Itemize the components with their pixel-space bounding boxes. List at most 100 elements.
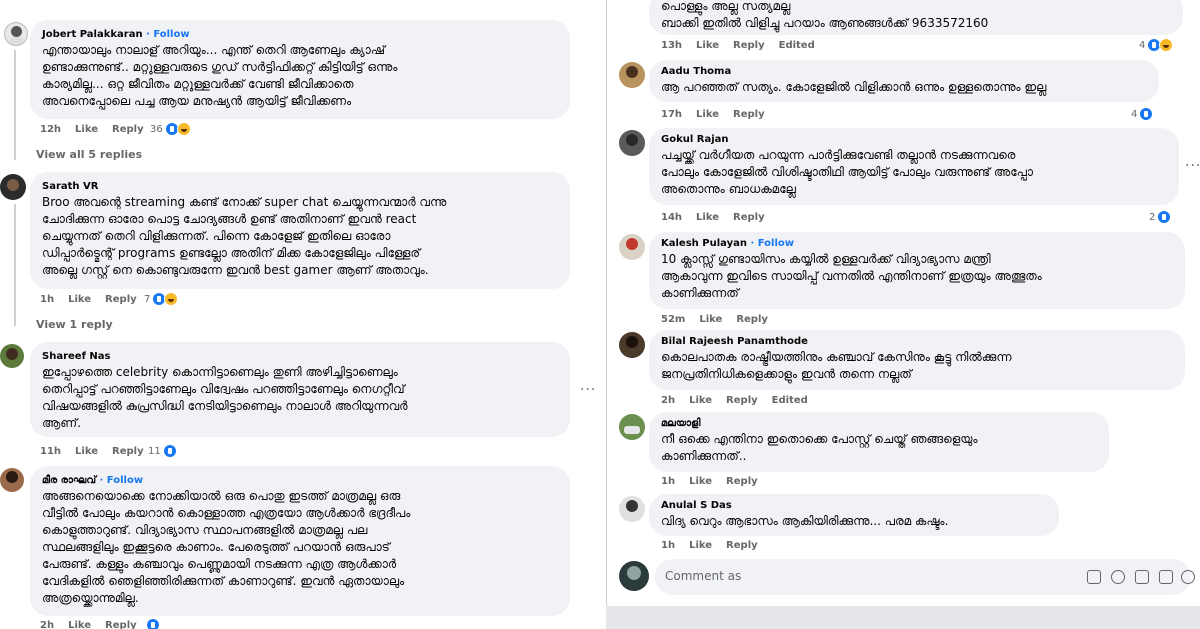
- emoji-icon[interactable]: [1111, 570, 1125, 584]
- reply-button[interactable]: Reply: [733, 212, 765, 223]
- comment-input[interactable]: Comment as: [655, 559, 1195, 595]
- comment-time[interactable]: 11h: [40, 446, 61, 457]
- avatar[interactable]: [4, 22, 28, 46]
- commenter-name[interactable]: Sarath VR: [42, 181, 98, 192]
- comment-time[interactable]: 14h: [661, 212, 682, 223]
- reaction-summary[interactable]: 7: [144, 292, 179, 306]
- comment-time[interactable]: 2h: [40, 620, 54, 629]
- avatar[interactable]: [619, 234, 645, 260]
- like-button[interactable]: Like: [689, 476, 712, 487]
- camera-icon[interactable]: [1135, 570, 1149, 584]
- sticker-icon[interactable]: [1087, 570, 1101, 584]
- comment-time[interactable]: 2h: [661, 395, 675, 406]
- like-button[interactable]: Like: [68, 620, 91, 629]
- comments-card: പൊള്ളും അല്ല സത്യമല്ല ബാക്കി ഇതിൽ വിളിച്…: [606, 0, 1200, 606]
- view-replies-link[interactable]: View 1 reply: [36, 318, 113, 331]
- like-button[interactable]: Like: [689, 395, 712, 406]
- reply-button[interactable]: Reply: [112, 446, 144, 457]
- commenter-name[interactable]: Aadu Thoma: [661, 66, 731, 77]
- reply-button[interactable]: Reply: [726, 476, 758, 487]
- gif-icon[interactable]: [1159, 570, 1173, 584]
- reply-button[interactable]: Reply: [112, 124, 144, 135]
- comment-bubble: മീര രാഘവ് · Follow അങ്ങനെയൊക്കെ നോക്കിയാ…: [30, 466, 570, 616]
- reaction-summary[interactable]: 2: [1149, 210, 1172, 224]
- avatar[interactable]: [0, 174, 26, 200]
- comment-bubble: Sarath VR Broo അവന്റെ streaming കണ്ട് നോ…: [30, 172, 570, 289]
- reaction-summary[interactable]: 11: [148, 444, 177, 458]
- comment-time[interactable]: 13h: [661, 40, 682, 51]
- comment-text: വിദ്യ വെറും ആഭാസം ആകിയിരിക്കുന്നു... പരമ…: [661, 514, 949, 528]
- commenter-name[interactable]: Jobert Palakkaran: [42, 29, 143, 40]
- comment-time[interactable]: 1h: [661, 476, 675, 487]
- reply-button[interactable]: Reply: [105, 294, 137, 305]
- comment-time[interactable]: 1h: [661, 540, 675, 551]
- like-button[interactable]: Like: [75, 124, 98, 135]
- avatar[interactable]: [619, 130, 645, 156]
- reply-button[interactable]: Reply: [736, 314, 768, 325]
- comment-text: എന്തായാലും നാലാള് അറിയും... എന്ത് തെറി ആ…: [42, 43, 398, 108]
- comment-actions: 12h Like Reply: [40, 124, 158, 135]
- commenter-name[interactable]: Shareef Nas: [42, 351, 110, 362]
- right-comments-panel: പൊള്ളും അല്ല സത്യമല്ല ബാക്കി ഇതിൽ വിളിച്…: [606, 0, 1200, 629]
- comment-text: ആ പറഞ്ഞത് സത്യം. കോളേജിൽ വിളിക്കാൻ ഒന്നു…: [661, 80, 1047, 94]
- avatar[interactable]: [0, 468, 24, 492]
- like-button[interactable]: Like: [696, 40, 719, 51]
- like-button[interactable]: Like: [696, 109, 719, 120]
- reaction-summary[interactable]: 4: [1131, 107, 1154, 121]
- like-button[interactable]: Like: [699, 314, 722, 325]
- avatar[interactable]: [619, 561, 649, 591]
- comment-bubble: Jobert Palakkaran · Follow എന്തായാലും നാ…: [30, 20, 570, 119]
- follow-link[interactable]: · Follow: [100, 475, 144, 486]
- comment-time[interactable]: 12h: [40, 124, 61, 135]
- reaction-summary[interactable]: [146, 618, 160, 629]
- comment-bubble: Anulal S Das വിദ്യ വെറും ആഭാസം ആകിയിരിക്…: [649, 494, 1059, 536]
- comment-bubble: Shareef Nas ഇപ്പോഴത്തെ celebrity കൊന്നിട…: [30, 342, 570, 437]
- like-button[interactable]: Like: [68, 294, 91, 305]
- comment-time[interactable]: 52m: [661, 314, 685, 325]
- edited-label: Edited: [778, 40, 815, 51]
- follow-link[interactable]: · Follow: [750, 238, 794, 249]
- like-button[interactable]: Like: [696, 212, 719, 223]
- avatar[interactable]: [619, 414, 645, 440]
- avatar[interactable]: [619, 332, 645, 358]
- avatar[interactable]: [619, 62, 645, 88]
- reaction-summary[interactable]: 36: [150, 122, 191, 136]
- reply-button[interactable]: Reply: [726, 540, 758, 551]
- reply-button[interactable]: Reply: [733, 109, 765, 120]
- commenter-name[interactable]: Gokul Rajan: [661, 134, 729, 145]
- comment-text: പൊള്ളും അല്ല സത്യമല്ല ബാക്കി ഇതിൽ വിളിച്…: [661, 0, 989, 30]
- commenter-name[interactable]: മീര രാഘവ്: [42, 475, 96, 486]
- like-reaction-icon: [1157, 210, 1172, 224]
- commenter-name[interactable]: Kalesh Pulayan: [661, 238, 747, 249]
- more-options-icon[interactable]: ···: [1185, 158, 1200, 174]
- comment-bubble: മലയാളി നീ ഒക്കെ എന്തിനാ ഇതൊക്കെ പോസ്റ്റ്…: [649, 412, 1109, 472]
- comment-bubble: Bilal Rajeesh Panamthode കൊലപാതക രാഷ്ട്ര…: [649, 330, 1185, 390]
- comment-text: കൊലപാതക രാഷ്ട്രീയത്തിനും കഞ്ചാവ് കേസിനും…: [661, 350, 1012, 381]
- reply-button[interactable]: Reply: [105, 620, 137, 629]
- reaction-summary[interactable]: 4: [1139, 38, 1174, 52]
- comment-actions: 17h Like Reply: [661, 109, 793, 120]
- avatar[interactable]: [0, 344, 24, 368]
- comment-time[interactable]: 17h: [661, 109, 682, 120]
- edited-label: Edited: [771, 395, 808, 406]
- comment-actions: 14h Like Reply: [661, 212, 793, 223]
- comment-bubble: Gokul Rajan പച്ചയ്ക്ക് വർഗീയത പറയുന്ന പാ…: [649, 128, 1179, 205]
- comment-actions: 2h Like Reply: [40, 620, 151, 629]
- follow-link[interactable]: · Follow: [146, 29, 190, 40]
- comment-placeholder: Comment as: [665, 569, 742, 583]
- reply-button[interactable]: Reply: [726, 395, 758, 406]
- more-options-icon[interactable]: ···: [580, 382, 596, 398]
- commenter-name[interactable]: Anulal S Das: [661, 500, 732, 511]
- haha-reaction-icon: [1159, 38, 1174, 52]
- like-button[interactable]: Like: [689, 540, 712, 551]
- comment-actions: 1h Like Reply: [661, 540, 786, 551]
- view-replies-link[interactable]: View all 5 replies: [36, 148, 142, 161]
- reply-button[interactable]: Reply: [733, 40, 765, 51]
- commenter-name[interactable]: Bilal Rajeesh Panamthode: [661, 336, 808, 347]
- comment-time[interactable]: 1h: [40, 294, 54, 305]
- like-reaction-icon: [146, 618, 160, 629]
- avatar[interactable]: [619, 496, 645, 522]
- like-button[interactable]: Like: [75, 446, 98, 457]
- avatar-sticker-icon[interactable]: [1181, 570, 1195, 584]
- commenter-name[interactable]: മലയാളി: [661, 418, 700, 429]
